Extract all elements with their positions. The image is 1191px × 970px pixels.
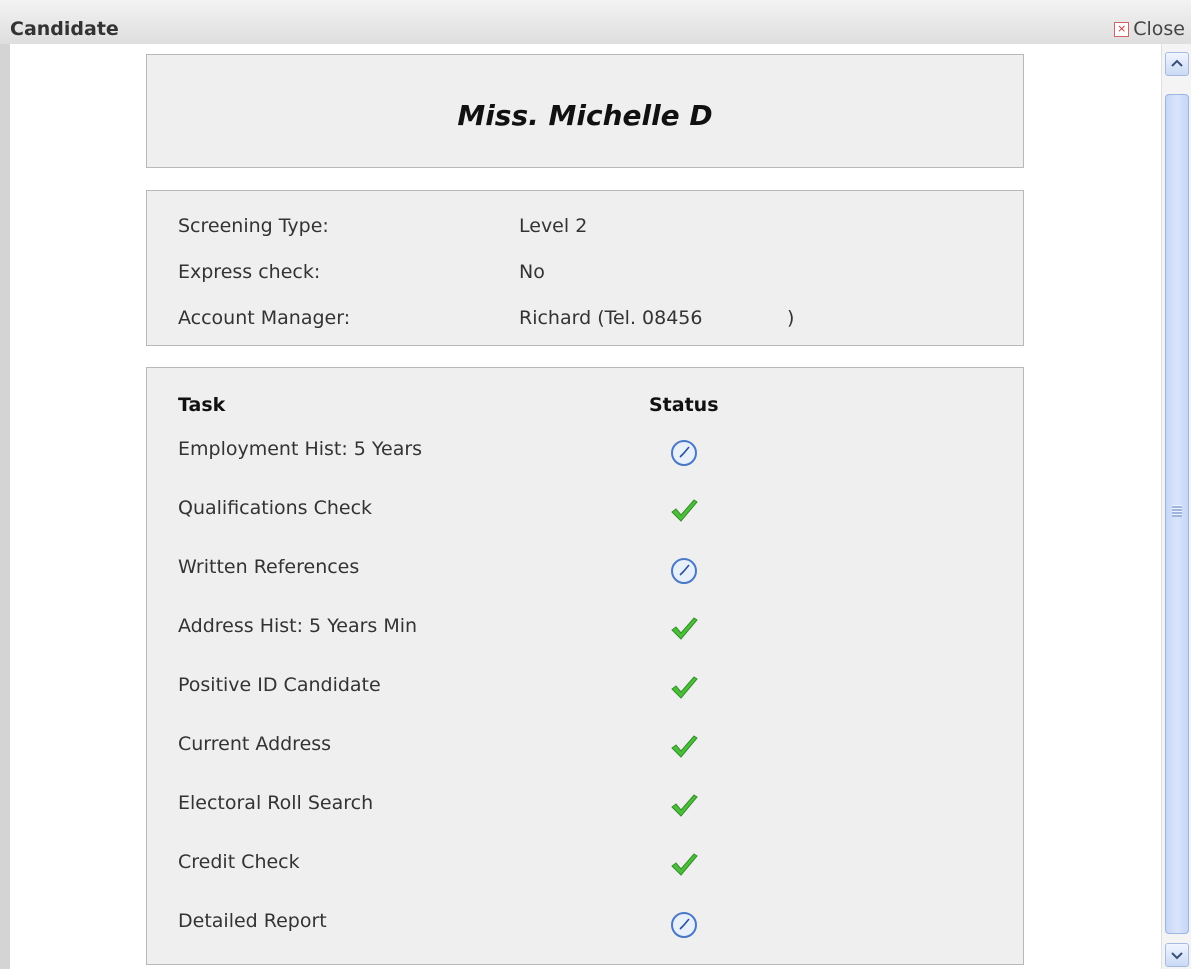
scroll-thumb[interactable]: [1165, 94, 1189, 934]
status-header: Status: [649, 394, 719, 416]
close-button[interactable]: × Close: [1114, 18, 1185, 40]
clock-icon: [668, 436, 700, 468]
chevron-down-icon[interactable]: [1166, 944, 1188, 966]
scroll-up-button[interactable]: [1165, 52, 1189, 76]
task-name: Current Address: [178, 733, 332, 755]
content-area: Miss. Michelle D Screening Type: Level 2…: [10, 44, 1162, 969]
task-row: Credit Check: [178, 851, 978, 891]
task-name: Qualifications Check: [178, 497, 373, 519]
close-icon[interactable]: ×: [1114, 21, 1130, 37]
task-row: Written References: [178, 556, 978, 596]
task-name: Employment Hist: 5 Years: [178, 438, 423, 460]
checkmark-icon: [668, 495, 700, 527]
task-row: Positive ID Candidate: [178, 674, 978, 714]
vertical-scrollbar[interactable]: [1161, 44, 1191, 969]
checkmark-icon: [668, 672, 700, 704]
info-value: No: [519, 261, 545, 283]
task-name: Electoral Roll Search: [178, 792, 374, 814]
checkmark-icon: [668, 731, 700, 763]
grip-icon: [1172, 505, 1182, 517]
task-panel: Task Status Employment Hist: 5 Years Qual…: [146, 367, 1024, 965]
info-value: Richard (Tel. 08456 ): [519, 307, 795, 329]
info-label: Screening Type:: [178, 215, 329, 237]
candidate-window: Candidate × Close Miss. Michelle D Scree…: [0, 0, 1191, 969]
task-name: Positive ID Candidate: [178, 674, 381, 696]
task-row: Electoral Roll Search: [178, 792, 978, 832]
chevron-up-icon[interactable]: [1166, 53, 1188, 75]
task-row: Detailed Report: [178, 910, 978, 950]
title-bar: Candidate × Close: [0, 0, 1191, 45]
info-value: Level 2: [519, 215, 588, 237]
checkmark-icon: [668, 613, 700, 645]
task-name: Detailed Report: [178, 910, 327, 932]
left-border: [0, 44, 10, 969]
checkmark-icon: [668, 849, 700, 881]
checkmark-icon: [668, 790, 700, 822]
task-name: Address Hist: 5 Years Min: [178, 615, 418, 637]
candidate-name: Miss. Michelle D: [457, 99, 713, 132]
task-row: Address Hist: 5 Years Min: [178, 615, 978, 655]
task-name: Credit Check: [178, 851, 300, 873]
task-row: Qualifications Check: [178, 497, 978, 537]
close-label[interactable]: Close: [1133, 18, 1185, 40]
info-label: Express check:: [178, 261, 321, 283]
name-panel: Miss. Michelle D: [146, 54, 1024, 168]
scroll-down-button[interactable]: [1165, 943, 1189, 967]
info-panel: Screening Type: Level 2 Express check: N…: [146, 190, 1024, 346]
clock-icon: [668, 554, 700, 586]
clock-icon: [668, 908, 700, 940]
info-label: Account Manager:: [178, 307, 351, 329]
window-title: Candidate: [10, 18, 119, 40]
task-row: Employment Hist: 5 Years: [178, 438, 978, 478]
task-name: Written References: [178, 556, 360, 578]
task-header: Task: [178, 394, 226, 416]
task-row: Current Address: [178, 733, 978, 773]
